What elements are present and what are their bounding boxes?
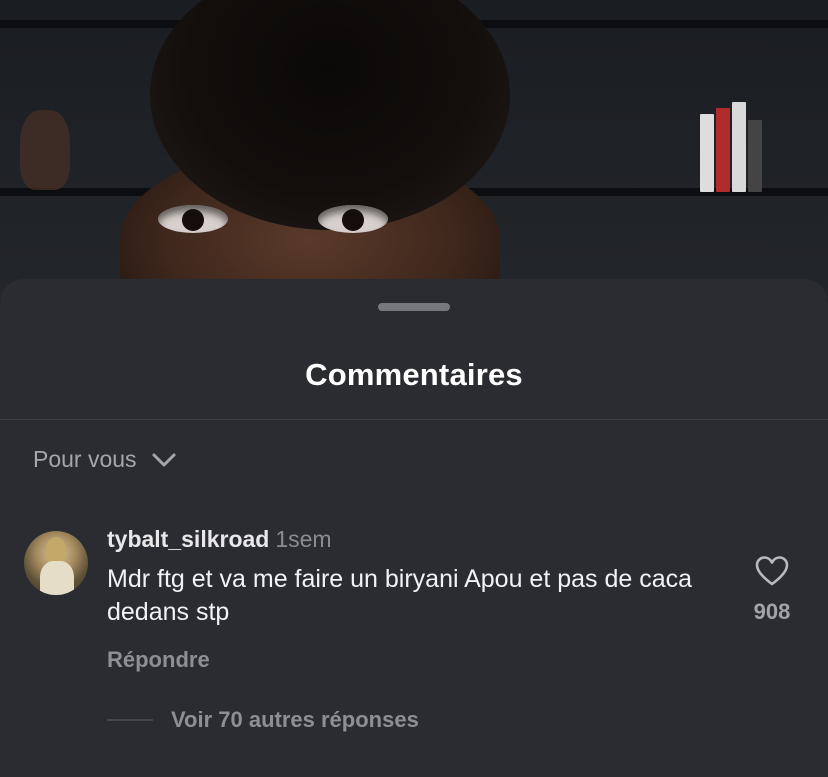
hand (20, 110, 70, 190)
video-background (0, 0, 828, 300)
sort-label: Pour vous (33, 446, 137, 472)
comment-text: Mdr ftg et va me faire un biryani Apou e… (107, 565, 693, 626)
book (700, 114, 714, 192)
comment-author[interactable]: tybalt_silkroad 1sem (107, 526, 332, 553)
eye-left (158, 205, 228, 233)
avatar-hat (46, 537, 66, 563)
like-count: 908 (753, 599, 791, 624)
book (748, 120, 762, 192)
username[interactable]: tybalt_silkroad (107, 526, 269, 552)
book (716, 108, 730, 192)
replies-line (107, 719, 153, 721)
view-replies-label: Voir 70 autres réponses (171, 707, 419, 732)
view-replies-button[interactable]: Voir 70 autres réponses (107, 707, 419, 733)
divider (0, 419, 828, 420)
sheet-title: Commentaires (305, 357, 523, 392)
like-control[interactable]: 908 (748, 556, 796, 625)
eye-right (318, 205, 388, 233)
book (732, 102, 746, 192)
sort-dropdown[interactable]: Pour vous (33, 446, 177, 473)
reply-button[interactable]: Répondre (107, 647, 210, 673)
drag-handle[interactable] (378, 303, 450, 311)
chevron-down-icon (152, 453, 176, 466)
comment-timestamp: 1sem (275, 526, 332, 552)
heart-outline-icon[interactable] (755, 556, 789, 586)
avatar-figure (40, 561, 74, 595)
comments-sheet: Commentaires Pour vous tybalt_silkroad 1s… (0, 279, 828, 777)
avatar[interactable] (24, 531, 88, 595)
